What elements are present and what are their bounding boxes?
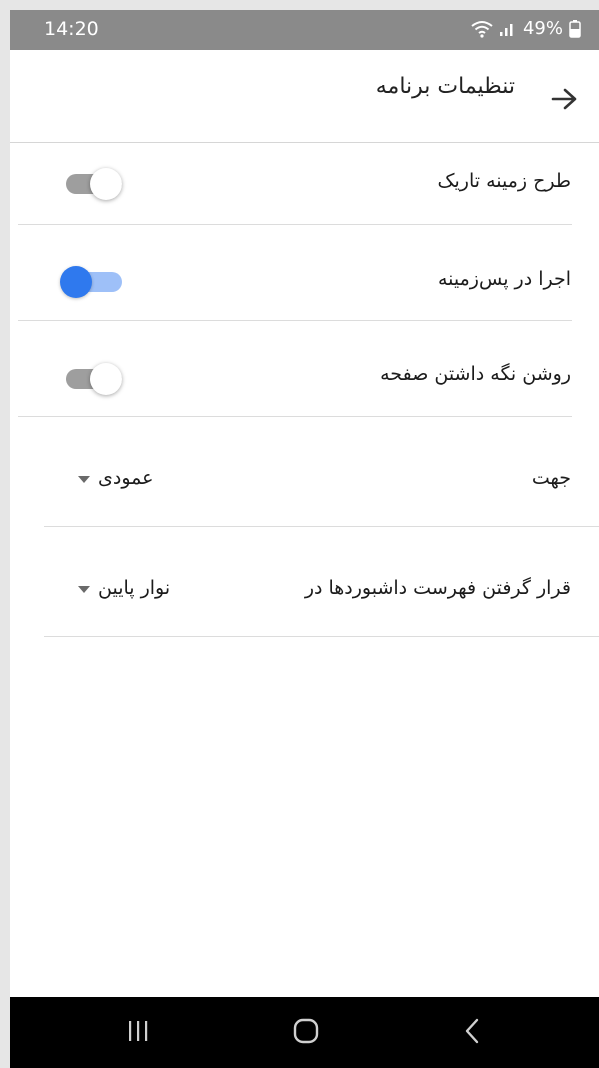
dark-theme-toggle[interactable] xyxy=(60,166,124,202)
divider xyxy=(44,636,599,637)
nav-back-button[interactable] xyxy=(462,1017,482,1049)
toggle-thumb xyxy=(60,266,92,298)
toggle-thumb xyxy=(90,363,122,395)
dashboard-list-position-value: نوار پایین xyxy=(98,577,171,599)
run-in-background-toggle[interactable] xyxy=(60,264,124,300)
orientation-dropdown[interactable]: عمودی xyxy=(78,467,153,489)
recents-button[interactable] xyxy=(126,1017,150,1049)
run-in-background-label: اجرا در پس‌زمینه xyxy=(437,268,571,290)
dark-theme-label: طرح زمینه تاریک xyxy=(437,170,571,192)
status-icons: 49% xyxy=(471,18,581,39)
setting-keep-screen-on: روشن نگه داشتن صفحه xyxy=(10,321,599,417)
home-icon xyxy=(293,1018,319,1044)
dropdown-arrow-icon xyxy=(78,476,90,483)
dashboard-list-position-label: قرار گرفتن فهرست داشبوردها در xyxy=(304,577,571,599)
app-screen: 14:20 49% تنظیمات برنامه طرح زمینه تاریک… xyxy=(10,10,599,1068)
toggle-thumb xyxy=(90,168,122,200)
page-title: تنظیمات برنامه xyxy=(375,74,515,99)
system-nav-bar xyxy=(10,997,599,1068)
back-icon xyxy=(465,1018,479,1044)
orientation-label: جهت xyxy=(531,467,571,489)
arrow-right-icon xyxy=(551,88,577,110)
signal-icon xyxy=(499,21,517,37)
status-bar: 14:20 49% xyxy=(10,10,599,50)
setting-dashboard-list-position: قرار گرفتن فهرست داشبوردها در نوار پایین xyxy=(10,527,599,637)
keep-screen-on-toggle[interactable] xyxy=(60,361,124,397)
wifi-icon xyxy=(471,20,493,38)
recents-icon xyxy=(129,1021,148,1041)
setting-orientation: جهت عمودی xyxy=(10,417,599,527)
back-button[interactable] xyxy=(549,84,579,114)
status-time: 14:20 xyxy=(44,18,99,40)
orientation-value: عمودی xyxy=(98,467,154,489)
keep-screen-on-label: روشن نگه داشتن صفحه xyxy=(380,363,571,385)
dropdown-arrow-icon xyxy=(78,586,90,593)
setting-dark-theme: طرح زمینه تاریک xyxy=(10,143,599,225)
setting-run-in-background: اجرا در پس‌زمینه xyxy=(10,225,599,321)
app-bar: تنظیمات برنامه xyxy=(10,50,599,143)
dashboard-list-position-dropdown[interactable]: نوار پایین xyxy=(78,577,170,599)
battery-percent: 49% xyxy=(522,18,563,39)
battery-icon xyxy=(569,19,581,38)
home-button[interactable] xyxy=(292,1017,320,1049)
